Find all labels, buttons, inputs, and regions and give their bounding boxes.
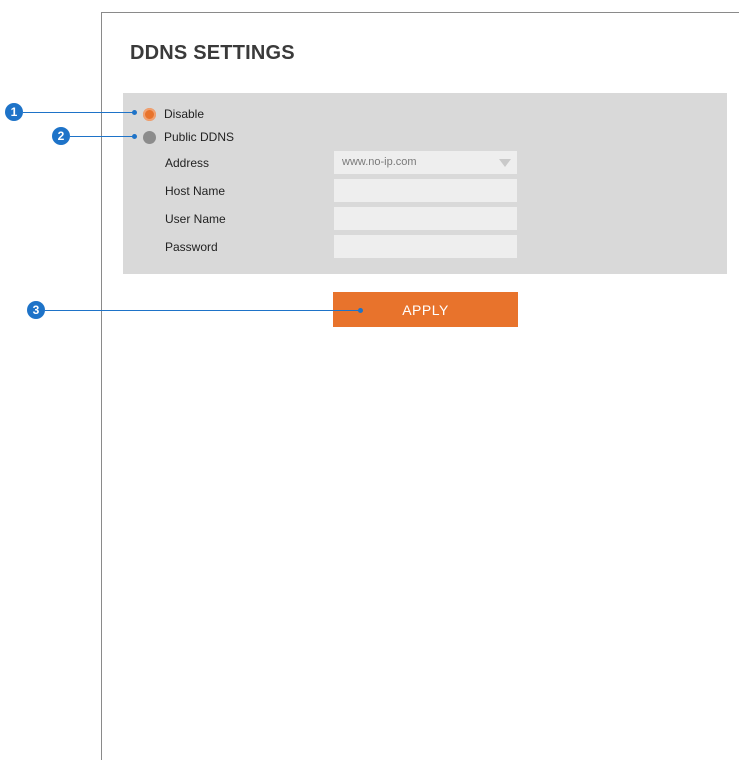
frame-border-top (101, 12, 739, 13)
radio-label-public-ddns: Public DDNS (164, 130, 235, 144)
page-title: DDNS SETTINGS (130, 42, 295, 64)
callout-dot-3 (358, 308, 363, 313)
host-name-input[interactable] (334, 179, 517, 202)
user-name-label: User Name (165, 212, 226, 226)
frame-border-left (101, 12, 102, 760)
password-input[interactable] (334, 235, 517, 258)
callout-line-1 (23, 112, 135, 113)
radio-option-public-ddns[interactable]: Public DDNS (143, 129, 234, 145)
callout-dot-2 (132, 134, 137, 139)
password-label: Password (165, 240, 218, 254)
callout-badge-2: 2 (52, 127, 70, 145)
radio-unselected-icon[interactable] (143, 130, 156, 144)
radio-option-disable[interactable]: Disable (143, 106, 204, 122)
callout-line-3 (45, 310, 362, 311)
host-name-label: Host Name (165, 184, 226, 198)
address-select-value: www.no-ip.com (342, 156, 417, 168)
radio-label-disable: Disable (164, 107, 205, 121)
callout-dot-1 (132, 110, 137, 115)
radio-selected-icon[interactable] (143, 107, 156, 121)
callout-badge-3: 3 (27, 301, 45, 319)
callout-line-2 (70, 136, 135, 137)
callout-badge-1: 1 (5, 103, 23, 121)
address-select[interactable]: www.no-ip.com (334, 151, 517, 174)
user-name-input[interactable] (334, 207, 517, 230)
chevron-down-icon (499, 159, 511, 167)
address-label: Address (165, 156, 210, 170)
